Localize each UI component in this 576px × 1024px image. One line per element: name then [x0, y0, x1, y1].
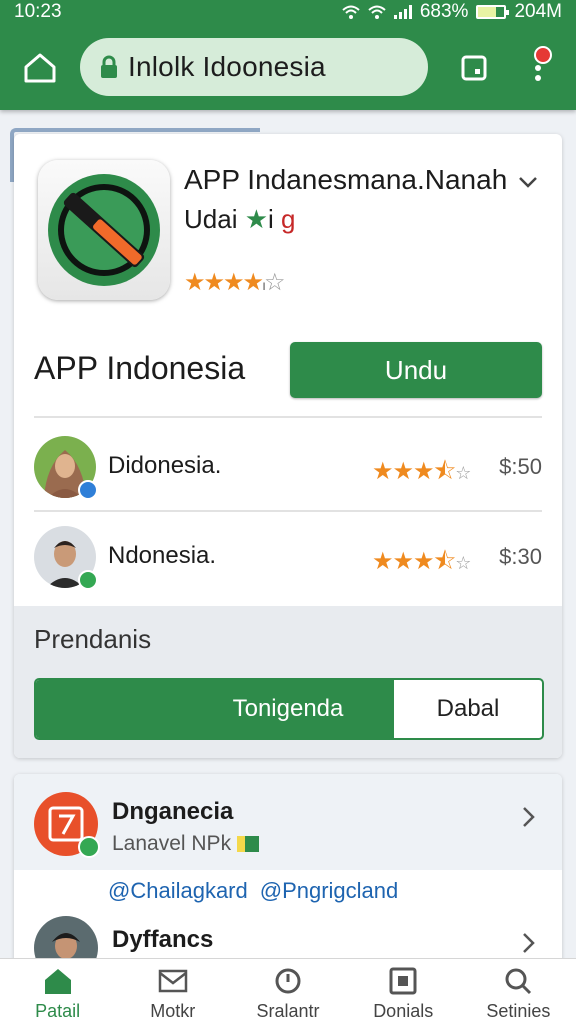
app-title: APP Indanesmana.Nanah — [184, 164, 508, 195]
app-icon — [38, 160, 170, 300]
app-logo-icon — [48, 806, 84, 842]
divider — [34, 416, 542, 418]
list-item-subtitle: Lanavel NPk — [112, 832, 260, 856]
tabs-button[interactable] — [456, 50, 492, 86]
section-title: Prendanis — [34, 624, 152, 654]
list-item-title: Dyffancs — [112, 926, 214, 953]
app-logo-icon — [48, 174, 160, 286]
review-rating: ★★★⯪☆ — [372, 458, 471, 485]
review-row[interactable]: Didonesia. ★★★⯪☆ $:50 — [14, 424, 562, 510]
app-name: APP Indonesia — [34, 350, 246, 386]
nav-item-box[interactable]: Donials — [346, 959, 461, 1024]
divider — [34, 510, 542, 512]
app-rating: ★★★★ı☆ — [184, 268, 285, 297]
nav-label: Setinies — [486, 1001, 551, 1021]
segment-active[interactable]: Tonigenda — [36, 680, 394, 738]
battery-icon — [476, 5, 510, 19]
segment-inactive[interactable]: Dabal — [394, 680, 542, 738]
chevron-right-icon[interactable] — [516, 928, 542, 958]
nav-label: Sralantr — [256, 1001, 320, 1021]
app-subtitle-g: g — [281, 204, 296, 234]
list-item-title: Dnganecia — [112, 798, 234, 825]
star-small-icon: ★ — [244, 204, 269, 234]
signal-icon — [393, 5, 412, 19]
home-button[interactable] — [18, 48, 62, 88]
star-empty-icon: ☆ — [263, 269, 285, 296]
list-item[interactable]: Dnganecia Lanavel NPk — [14, 774, 562, 870]
nav-item-search[interactable]: Setinies — [461, 959, 576, 1024]
search-icon — [505, 968, 532, 995]
review-name: Didonesia. — [108, 452, 222, 479]
app-subtitle: Udai ★i g — [184, 204, 296, 235]
star-icon: ★ — [242, 269, 264, 296]
tabs-icon — [461, 55, 487, 81]
address-bar[interactable]: Inlolk Idoonesia — [80, 38, 428, 96]
expand-button[interactable] — [514, 168, 542, 196]
segmented-control: Tonigenda Dabal — [34, 678, 544, 740]
notification-dot — [534, 46, 552, 64]
tag-list: @Chailagkard @Pngrigcland — [108, 878, 398, 904]
app-subtitle-i: i — [268, 204, 274, 234]
home-icon — [44, 969, 71, 994]
nav-item-home[interactable]: Patail — [0, 959, 115, 1024]
verified-badge-icon — [78, 480, 98, 500]
app-bar: 10:23 683% 204M Inlolk Idoonesia — [0, 0, 576, 110]
review-price: $:50 — [499, 454, 542, 479]
chevron-down-icon — [519, 177, 537, 188]
battery-percent: 683% — [419, 1, 469, 22]
review-row[interactable]: Ndonesia. ★★★⯪☆ $:30 — [14, 514, 562, 600]
star-icon: ★ — [203, 269, 225, 296]
wifi-icon — [368, 5, 386, 19]
status-icons: 683% 204M — [342, 1, 562, 23]
status-bar: 10:23 683% 204M — [0, 0, 576, 24]
review-price: $:30 — [499, 544, 542, 569]
url-text: Inlolk Idoonesia — [128, 51, 326, 82]
tag-link[interactable]: @Chailagkard — [108, 878, 248, 904]
mail-icon — [158, 969, 188, 993]
tag-link[interactable]: @Pngrigcland — [260, 878, 399, 904]
app-subtitle-prefix: Udai — [184, 204, 238, 234]
bottom-navigation: Patail Motkr Sralantr Donials Setinies — [0, 958, 576, 1024]
box-icon — [389, 967, 417, 995]
more-menu-button[interactable] — [520, 46, 556, 90]
lock-icon — [101, 55, 117, 78]
status-time: 10:23 — [14, 1, 62, 22]
chevron-right-icon[interactable] — [516, 802, 542, 832]
review-name: Ndonesia. — [108, 542, 217, 569]
verified-badge-icon — [78, 570, 98, 590]
star-icon: ★ — [223, 269, 244, 296]
flag-icon — [237, 836, 260, 853]
nav-label: Patail — [35, 1001, 81, 1021]
nav-item-mail[interactable]: Motkr — [115, 959, 230, 1024]
app-detail-card: APP Indanesmana.Nanah Udai ★i g ★★★★ı☆ A… — [14, 134, 562, 758]
wifi-icon — [342, 5, 360, 19]
download-button[interactable]: Undu — [290, 342, 542, 398]
home-icon — [24, 53, 56, 83]
nav-label: Motkr — [150, 1001, 196, 1021]
star-icon: ★ — [184, 269, 205, 296]
clock-icon — [275, 968, 301, 994]
review-rating: ★★★⯪☆ — [372, 548, 471, 575]
list-item-subtitle-text: Lanavel NPk — [112, 832, 232, 855]
status-extra: 204M — [514, 1, 562, 22]
check-badge-icon — [78, 836, 100, 858]
nav-item-clock[interactable]: Sralantr — [230, 959, 345, 1024]
nav-label: Donials — [373, 1001, 434, 1021]
